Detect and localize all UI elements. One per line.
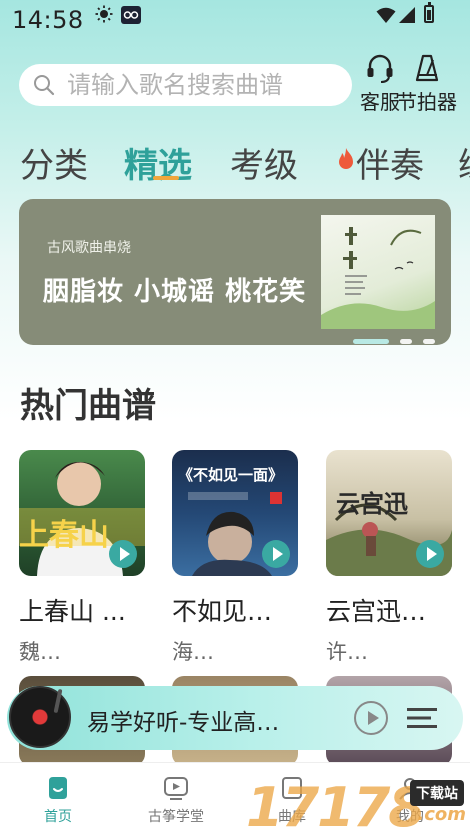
featured-banner[interactable]: 古风歌曲串烧 胭脂妆 小城谣 桃花笑 — [19, 199, 451, 345]
nav-guzheng-class-label: 古筝学堂 — [148, 809, 204, 825]
song-name: 不如见… — [172, 597, 273, 626]
banner-artwork — [321, 215, 435, 329]
play-icon[interactable] — [109, 540, 137, 568]
play-icon[interactable] — [262, 540, 290, 568]
player-track-title: 易学好听-专业高… — [87, 710, 280, 736]
song-author: 海… — [172, 640, 214, 664]
watermark-badge: 下载站 — [410, 780, 464, 806]
tab-exam[interactable]: 考级 — [230, 138, 298, 187]
song-name: 上春山 ... — [19, 597, 126, 626]
tab-accompaniment[interactable]: 伴奏 — [356, 138, 424, 187]
active-tab-indicator — [153, 176, 179, 180]
watermark-digits: 17178 — [246, 776, 426, 836]
fire-icon — [339, 148, 353, 169]
metronome-label: 节拍器 — [397, 90, 457, 114]
search-icon — [34, 75, 55, 96]
search-bar[interactable] — [19, 64, 352, 106]
nav-home[interactable]: 首页 — [18, 775, 98, 826]
banner-pagination — [353, 329, 441, 345]
song-thumb-text: 上春山 — [19, 518, 109, 553]
metronome-icon — [415, 54, 439, 82]
banner-title: 胭脂妆 小城谣 桃花笑 — [43, 277, 307, 307]
site-watermark: 17178 下载站 .com — [246, 772, 470, 836]
headset-icon — [367, 54, 393, 83]
home-icon — [49, 777, 67, 799]
song-name: 云宫迅… — [326, 597, 427, 626]
song-thumbnail: 《不如见一面》 — [172, 450, 298, 576]
player-play-button[interactable] — [354, 701, 388, 735]
pagination-dot-active — [353, 339, 389, 344]
mini-player[interactable]: 易学好听-专业高… — [7, 686, 463, 750]
tab-category[interactable]: 分类 — [20, 138, 88, 187]
notification-app-icon — [121, 6, 141, 24]
play-icon[interactable] — [416, 540, 444, 568]
status-bar: 14:58 — [0, 0, 470, 40]
pagination-dot — [423, 339, 436, 344]
banner-subtitle: 古风歌曲串烧 — [47, 240, 131, 256]
nav-guzheng-class[interactable]: 古筝学堂 — [136, 775, 216, 826]
playlist-icon[interactable] — [407, 706, 437, 730]
pagination-dot — [400, 339, 413, 344]
vinyl-disc-icon[interactable] — [9, 686, 71, 748]
section-title: 热门曲谱 — [20, 386, 156, 426]
battery-icon — [424, 2, 434, 23]
song-thumb-text: 《不如见一面》 — [178, 466, 284, 484]
song-author: 魏… — [19, 640, 61, 664]
wifi-icon — [376, 7, 396, 23]
weather-sun-icon — [95, 5, 113, 23]
song-card[interactable]: 云宫迅 云宫迅… 许… — [326, 450, 452, 666]
status-time: 14:58 — [12, 6, 84, 34]
song-card[interactable]: 上春山 上春山 ... 魏… — [19, 450, 145, 666]
category-tabs: 分类 精选 考级 伴奏 练 — [0, 138, 470, 188]
song-thumb-text: 云宫迅 — [336, 490, 408, 518]
song-author: 许… — [326, 640, 368, 664]
metronome-button[interactable]: 节拍器 — [396, 52, 458, 115]
song-card[interactable]: 《不如见一面》 不如见… 海… — [172, 450, 298, 666]
signal-icon — [399, 7, 415, 23]
nav-home-label: 首页 — [44, 809, 72, 825]
song-thumbnail: 上春山 — [19, 450, 145, 576]
song-thumbnail: 云宫迅 — [326, 450, 452, 576]
tab-practice[interactable]: 练 — [458, 138, 470, 187]
watermark-domain: .com — [417, 804, 466, 825]
search-input[interactable] — [67, 68, 347, 102]
video-play-icon — [164, 777, 188, 800]
